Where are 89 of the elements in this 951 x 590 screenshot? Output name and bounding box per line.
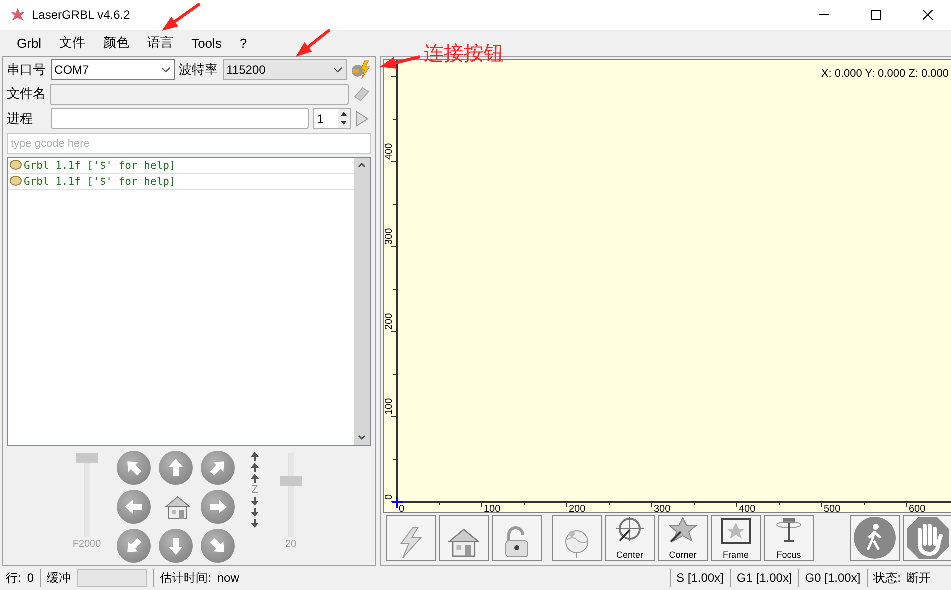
toolbar-button[interactable]: Frame [711,515,761,561]
eta-label: 估计时间: [160,570,212,586]
toolbar-button[interactable]: Corner [658,515,708,561]
log-line: Grbl 1.1f ['$' for help] [24,176,176,188]
y-axis-label: 400 [384,143,395,160]
scrollbar[interactable] [354,158,370,445]
x-axis-label: 300 [654,504,671,515]
arrow-icon [166,536,186,556]
speech-bubble-icon [10,176,22,188]
toolbar-button[interactable]: Center [605,515,655,561]
menu-item[interactable]: Grbl [8,36,51,50]
plug-lightning-icon[interactable] [351,60,372,80]
jog-button[interactable] [201,451,235,485]
buffer-label: 缓冲 [47,570,72,586]
annotation-arrow [160,2,202,33]
jog-button[interactable] [117,451,151,485]
override-value: S [1.00x] [676,571,724,585]
step-value: 20 [285,539,297,550]
log-line: Grbl 1.1f ['$' for help] [24,160,176,172]
spin-arrows-icon [338,109,350,128]
override-value: G0 [1.00x] [805,571,861,585]
eraser-icon[interactable] [353,86,371,102]
arrow-icon [166,458,186,478]
jog-button[interactable] [117,529,151,563]
gcode-input[interactable]: type gcode here [7,132,371,154]
menu-item[interactable]: Tools [182,36,231,50]
menu-item[interactable]: 语言 [138,34,183,52]
close-icon [923,10,933,20]
toolbar-button[interactable] [552,515,602,561]
x-axis-label: 500 [824,504,841,515]
slider-thumb[interactable] [76,453,98,463]
state-label: 状态: [874,570,901,586]
state-value: 断开 [907,570,931,586]
file-label: 文件名 [7,85,46,104]
x-axis-label: 600 [909,504,926,515]
stop-hand-icon [906,516,950,560]
window-title: LaserGRBL v4.6.2 [32,8,132,22]
jog-button[interactable] [117,490,151,524]
y-axis-label: 100 [384,398,395,415]
maximize-icon [871,10,881,20]
house-icon [447,526,481,560]
arrow-icon [208,497,228,517]
x-axis-label: 200 [569,504,586,515]
play-icon[interactable] [355,110,369,127]
port-dropdown[interactable]: COM7 [50,59,176,80]
chevron-down-icon [333,66,344,73]
speech-bubble-icon [10,160,22,172]
annotation-arrow [378,55,422,71]
override-value: G1 [1.00x] [736,571,792,585]
speed-value: F2000 [72,539,102,550]
menu-item[interactable]: 文件 [50,34,95,52]
port-label: 串口号 [7,60,47,79]
annotation-text: 连接按钮 [424,42,504,67]
jog-button[interactable] [201,490,235,524]
slider-thumb[interactable] [280,476,302,486]
eta-value: now [217,571,240,585]
z-axis-label: Z [252,484,258,496]
baud-label: 波特率 [179,60,219,79]
y-axis-label: 300 [384,228,395,245]
jog-button[interactable] [201,529,235,563]
buffer-bar [77,569,148,587]
toolbar-button[interactable] [386,515,436,561]
x-axis-label: 400 [739,504,756,515]
chevron-down-icon [161,66,172,73]
toolbar-button[interactable] [903,515,951,561]
x-axis-label: 0 [399,504,405,515]
y-axis-label: 0 [384,494,395,500]
file-field[interactable] [50,84,350,105]
line-label: 行: [6,570,22,586]
copies-spinner[interactable]: 1 [313,108,351,130]
position-readout: X: 0.000 Y: 0.000 Z: 0.000 [821,68,949,80]
progress-label: 进程 [7,110,34,128]
walking-person-icon [853,516,897,560]
toolbar-button[interactable]: Focus [764,515,814,561]
jog-button[interactable] [159,451,193,485]
line-count: 0 [27,571,34,585]
toolbar-button[interactable] [439,515,489,561]
laser-logo-icon [10,7,26,23]
jog-button[interactable] [159,529,193,563]
annotation-arrow [294,28,332,59]
menu-item[interactable]: ? [230,36,256,50]
menu-item[interactable]: 颜色 [94,34,139,52]
house-icon [164,494,192,522]
baud-dropdown[interactable]: 115200 [222,59,348,80]
arrow-icon [124,497,144,517]
x-axis-label: 100 [484,504,501,515]
y-axis-label: 200 [384,313,395,330]
toolbar-button[interactable] [850,515,900,561]
toolbar-button[interactable] [492,515,542,561]
